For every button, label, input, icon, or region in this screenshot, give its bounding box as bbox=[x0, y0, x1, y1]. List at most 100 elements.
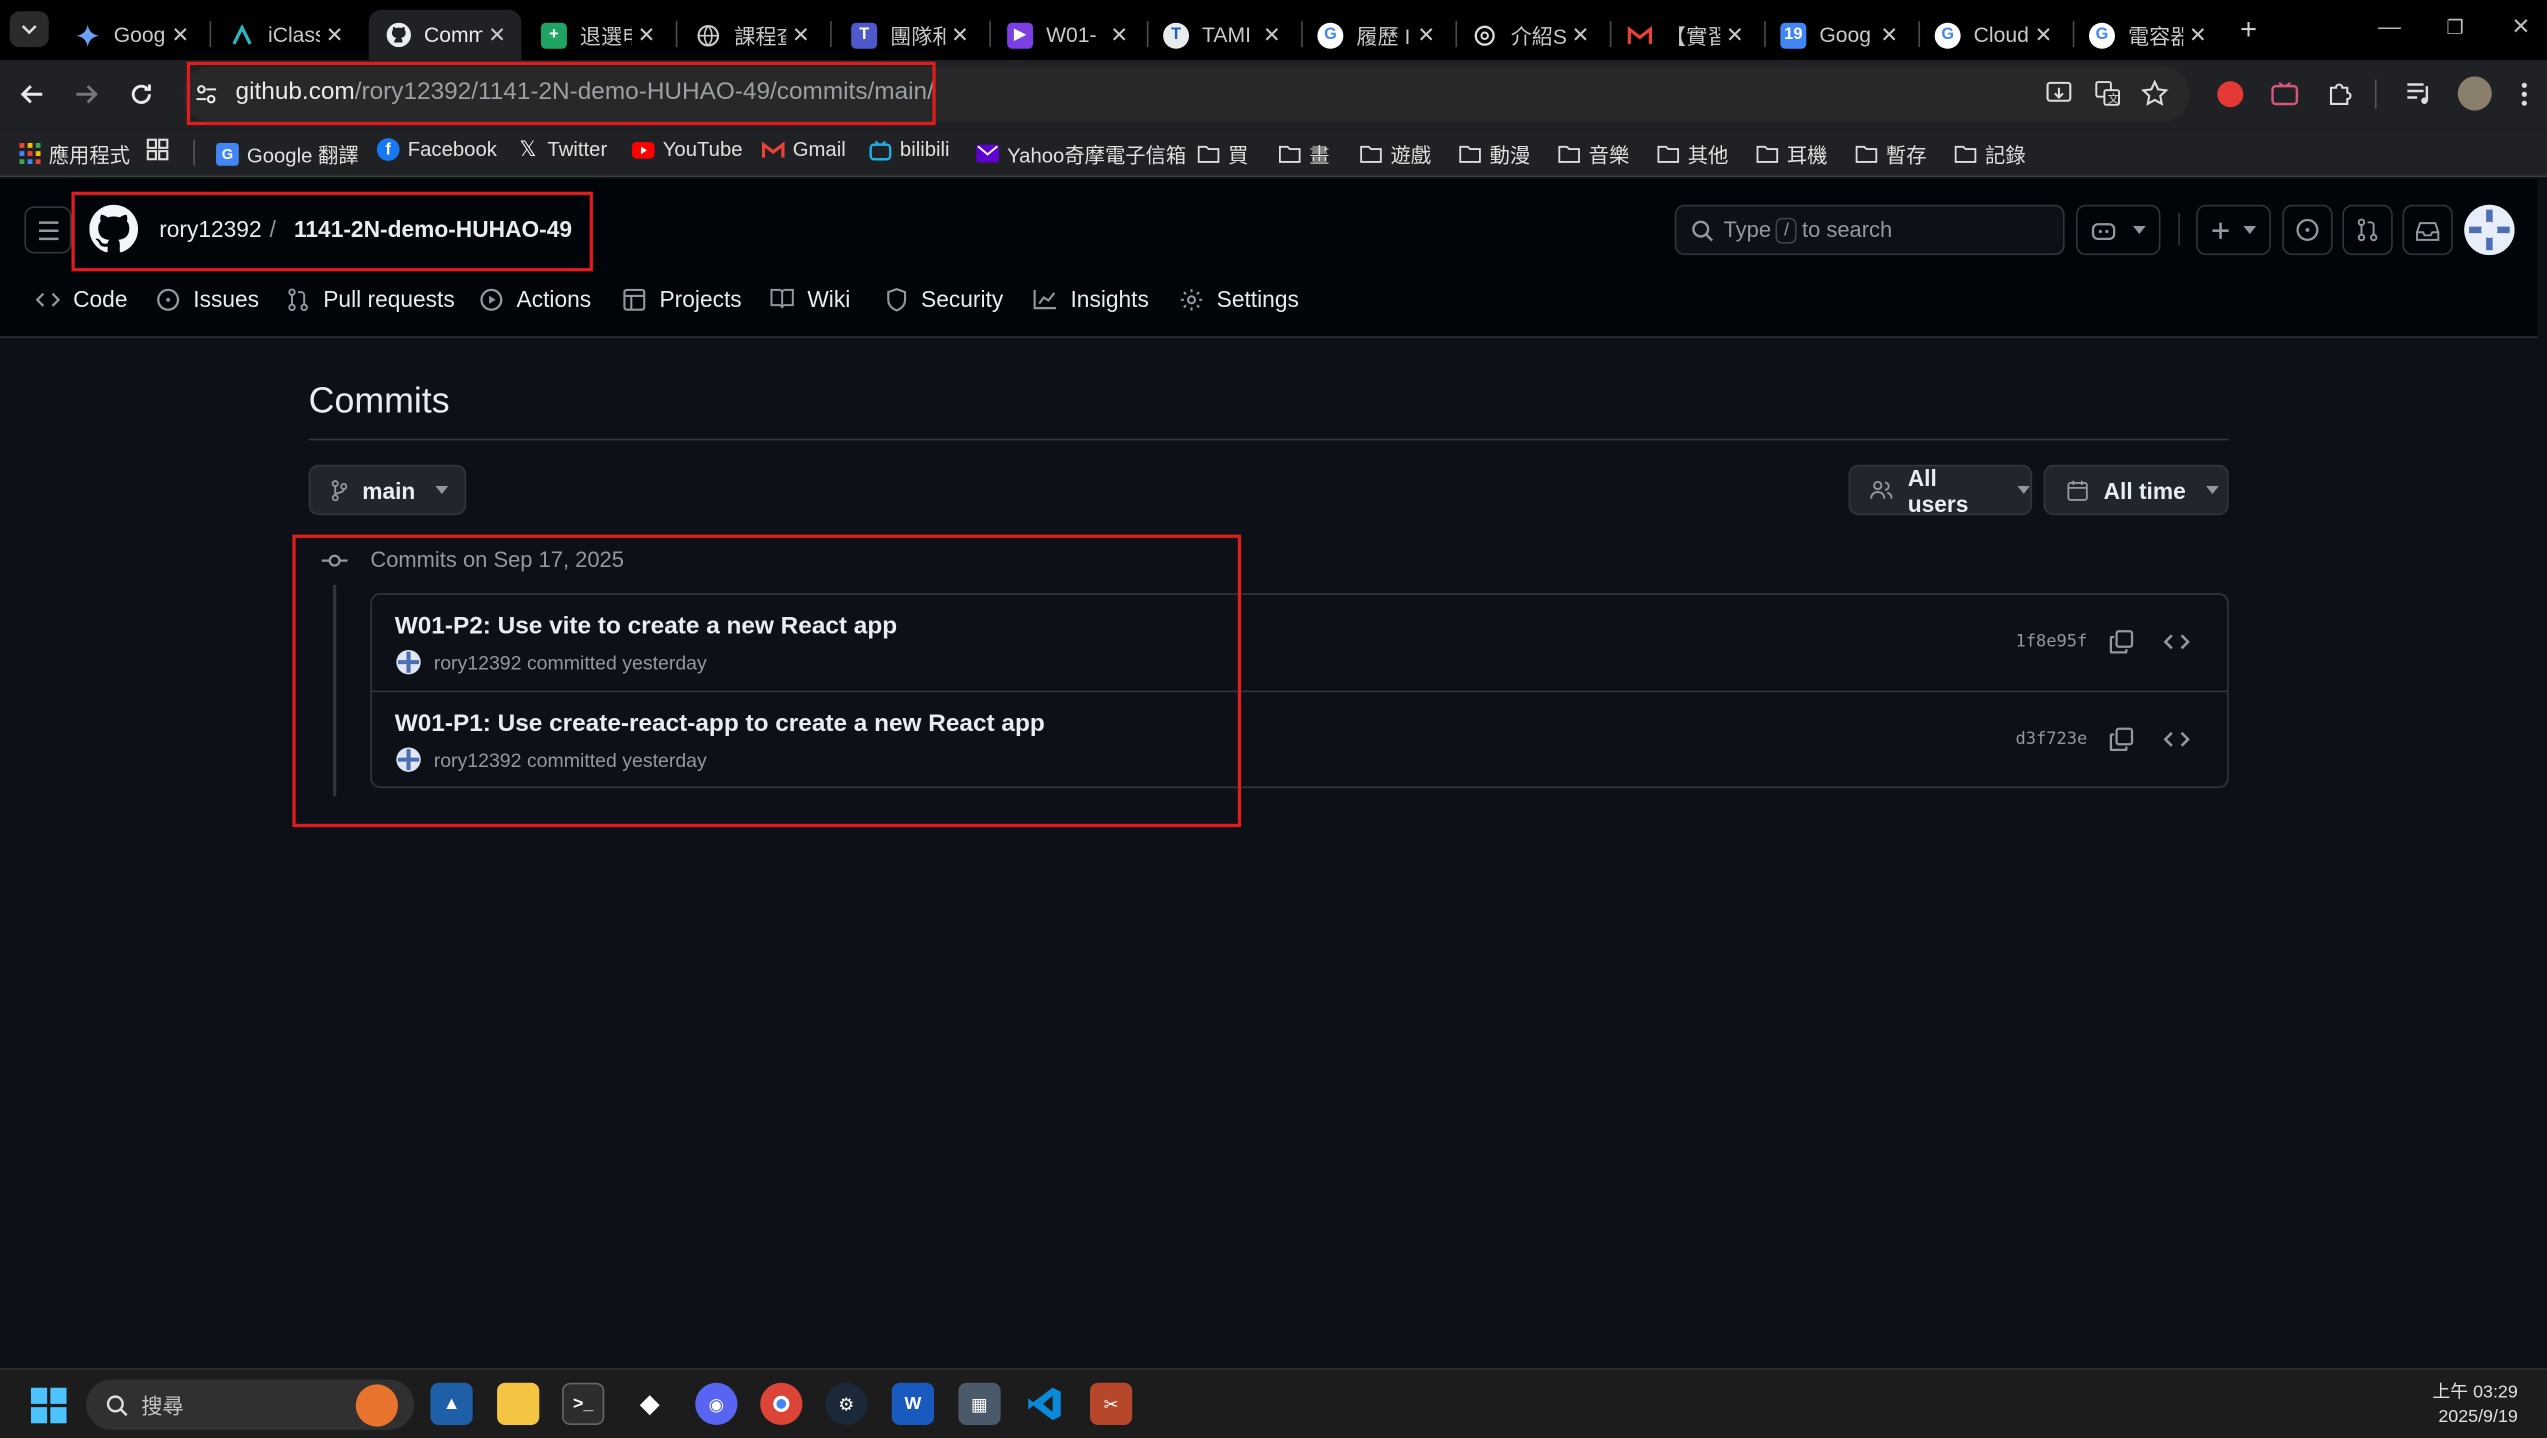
discord-icon[interactable]: ◉ bbox=[695, 1382, 738, 1426]
bookmark-item[interactable]: 𝕏 Twitter bbox=[517, 136, 607, 160]
browser-tab[interactable]: ▶ W01- ✕ bbox=[991, 10, 1144, 60]
browser-tab[interactable]: 介紹S ✕ bbox=[1455, 10, 1604, 60]
close-icon[interactable]: ✕ bbox=[1412, 22, 1441, 48]
bookmark-folder[interactable]: 記錄 bbox=[1954, 138, 2026, 169]
close-icon[interactable]: ✕ bbox=[1875, 22, 1904, 48]
bookmark-item[interactable] bbox=[146, 138, 177, 161]
close-icon[interactable]: ✕ bbox=[945, 22, 974, 48]
browser-tab[interactable]: 課程查 ✕ bbox=[679, 10, 825, 60]
close-icon[interactable]: ✕ bbox=[786, 22, 815, 48]
create-new-button[interactable] bbox=[2196, 204, 2271, 256]
photos-icon[interactable]: ▲ bbox=[430, 1382, 473, 1426]
browser-tab[interactable]: iClass ✕ bbox=[213, 10, 359, 60]
more-vertical-icon[interactable] bbox=[2519, 81, 2529, 107]
browser-tab[interactable]: 【實習 ✕ bbox=[1610, 10, 1759, 60]
extension-tv-icon[interactable] bbox=[2271, 81, 2299, 107]
search-input[interactable]: Type / to search bbox=[1674, 204, 2065, 256]
bookmark-folder[interactable]: 音樂 bbox=[1558, 138, 1629, 169]
page-scrollbar[interactable] bbox=[2537, 178, 2547, 1369]
time-filter-button[interactable]: All time bbox=[2043, 464, 2229, 516]
branch-selector-button[interactable]: main bbox=[308, 464, 467, 516]
tab-security[interactable]: Security bbox=[885, 286, 1003, 312]
terminal-icon[interactable]: >_ bbox=[562, 1382, 605, 1426]
commit-sha-link[interactable]: 1f8e95f bbox=[2015, 632, 2087, 651]
close-icon[interactable]: ✕ bbox=[1720, 22, 1749, 48]
bookmark-item[interactable]: f Facebook bbox=[376, 138, 497, 161]
tab-actions[interactable]: Actions bbox=[479, 286, 591, 312]
bookmark-folder[interactable]: 其他 bbox=[1657, 138, 1728, 169]
global-nav-menu-button[interactable] bbox=[24, 206, 72, 254]
fox-app-icon[interactable]: ◆ bbox=[629, 1383, 671, 1425]
tab-search-button[interactable] bbox=[9, 11, 49, 48]
tab-issues[interactable]: Issues bbox=[156, 286, 259, 312]
issues-button[interactable] bbox=[2282, 204, 2333, 256]
bookmark-item[interactable]: Gmail bbox=[761, 138, 846, 161]
bookmark-folder[interactable]: 畫 bbox=[1278, 138, 1330, 169]
tab-settings[interactable]: Settings bbox=[1179, 286, 1299, 312]
bookmark-item[interactable]: bilibili bbox=[869, 138, 950, 161]
browser-tab[interactable]: 19 Goog ✕ bbox=[1764, 10, 1913, 60]
copy-icon[interactable] bbox=[2108, 629, 2134, 655]
chrome-icon[interactable] bbox=[760, 1382, 803, 1426]
profile-avatar[interactable] bbox=[2457, 76, 2492, 111]
browser-tab[interactable]: Goog ✕ bbox=[58, 10, 204, 60]
bookmark-item[interactable]: Yahoo奇摩電子信箱 bbox=[976, 138, 1186, 169]
close-icon[interactable]: ✕ bbox=[632, 22, 661, 48]
bookmark-folder[interactable]: 動漫 bbox=[1459, 138, 1530, 169]
snipping-tool-icon[interactable]: ✂ bbox=[1089, 1382, 1133, 1426]
close-icon[interactable]: ✕ bbox=[1257, 22, 1286, 48]
close-icon[interactable]: ✕ bbox=[482, 22, 511, 48]
browser-tab[interactable]: G 履歷 I ✕ bbox=[1301, 10, 1450, 60]
media-control-icon[interactable] bbox=[2406, 81, 2434, 105]
browse-code-icon[interactable] bbox=[2163, 726, 2190, 752]
copilot-button[interactable] bbox=[2075, 204, 2161, 256]
bookmark-item[interactable]: G Google 翻譯 bbox=[216, 138, 359, 169]
close-icon[interactable]: ✕ bbox=[2029, 22, 2058, 48]
bookmark-folder[interactable]: 買 bbox=[1197, 138, 1248, 169]
extensions-puzzle-icon[interactable] bbox=[2326, 80, 2354, 108]
commit-sha-link[interactable]: d3f723e bbox=[2015, 730, 2087, 749]
inbox-button[interactable] bbox=[2402, 204, 2453, 256]
minimize-button[interactable]: — bbox=[2378, 13, 2401, 39]
reload-button[interactable] bbox=[123, 76, 159, 112]
back-button[interactable] bbox=[15, 76, 51, 112]
forward-button[interactable] bbox=[68, 76, 104, 112]
users-filter-button[interactable]: All users bbox=[1848, 464, 2033, 516]
windows-start-icon[interactable] bbox=[30, 1387, 67, 1424]
bookmark-folder[interactable]: 耳機 bbox=[1756, 138, 1827, 169]
translate-icon[interactable]: 文 bbox=[2094, 80, 2122, 108]
tab-pull-requests[interactable]: Pull requests bbox=[286, 286, 455, 312]
browser-tab-active[interactable]: Comm ✕ bbox=[368, 9, 522, 61]
pull-requests-button[interactable] bbox=[2342, 204, 2393, 256]
close-icon[interactable]: ✕ bbox=[1566, 22, 1595, 48]
bookmark-item[interactable]: YouTube bbox=[631, 138, 743, 161]
star-icon[interactable] bbox=[2141, 79, 2169, 108]
close-window-button[interactable]: ✕ bbox=[2511, 13, 2530, 41]
calculator-icon[interactable]: ▦ bbox=[958, 1382, 1001, 1426]
vscode-icon[interactable] bbox=[1023, 1383, 1065, 1425]
browser-tab[interactable]: T 團隊和 ✕ bbox=[835, 10, 984, 60]
new-tab-button[interactable]: + bbox=[2240, 13, 2257, 47]
file-explorer-icon[interactable] bbox=[497, 1382, 540, 1426]
tab-projects[interactable]: Projects bbox=[622, 286, 742, 312]
bookmark-folder[interactable]: 遊戲 bbox=[1360, 138, 1431, 169]
word-icon[interactable]: W bbox=[891, 1382, 935, 1426]
close-icon[interactable]: ✕ bbox=[2183, 22, 2212, 48]
steam-icon[interactable]: ⚙ bbox=[825, 1382, 868, 1426]
browser-tab[interactable]: G 電容器 ✕ bbox=[2073, 10, 2222, 60]
browser-tab[interactable]: G Cloud ✕ bbox=[1918, 10, 2067, 60]
tab-wiki[interactable]: Wiki bbox=[770, 286, 850, 312]
user-avatar[interactable] bbox=[2464, 204, 2515, 256]
close-icon[interactable]: ✕ bbox=[1105, 22, 1134, 48]
close-icon[interactable]: ✕ bbox=[166, 22, 195, 48]
taskbar-search-input[interactable]: 搜尋 bbox=[86, 1379, 415, 1430]
browse-code-icon[interactable] bbox=[2163, 629, 2190, 655]
install-app-icon[interactable] bbox=[2045, 80, 2073, 108]
browser-tab[interactable]: T TAMI ✕ bbox=[1147, 10, 1296, 60]
extension-red-icon[interactable] bbox=[2217, 81, 2244, 108]
browser-tab[interactable]: + 退選申 ✕ bbox=[525, 10, 671, 60]
restore-button[interactable]: ❐ bbox=[2446, 16, 2463, 39]
tab-insights[interactable]: Insights bbox=[1033, 286, 1149, 312]
close-icon[interactable]: ✕ bbox=[320, 22, 349, 48]
system-clock[interactable]: 上午 03:29 2025/9/19 bbox=[2432, 1381, 2517, 1430]
